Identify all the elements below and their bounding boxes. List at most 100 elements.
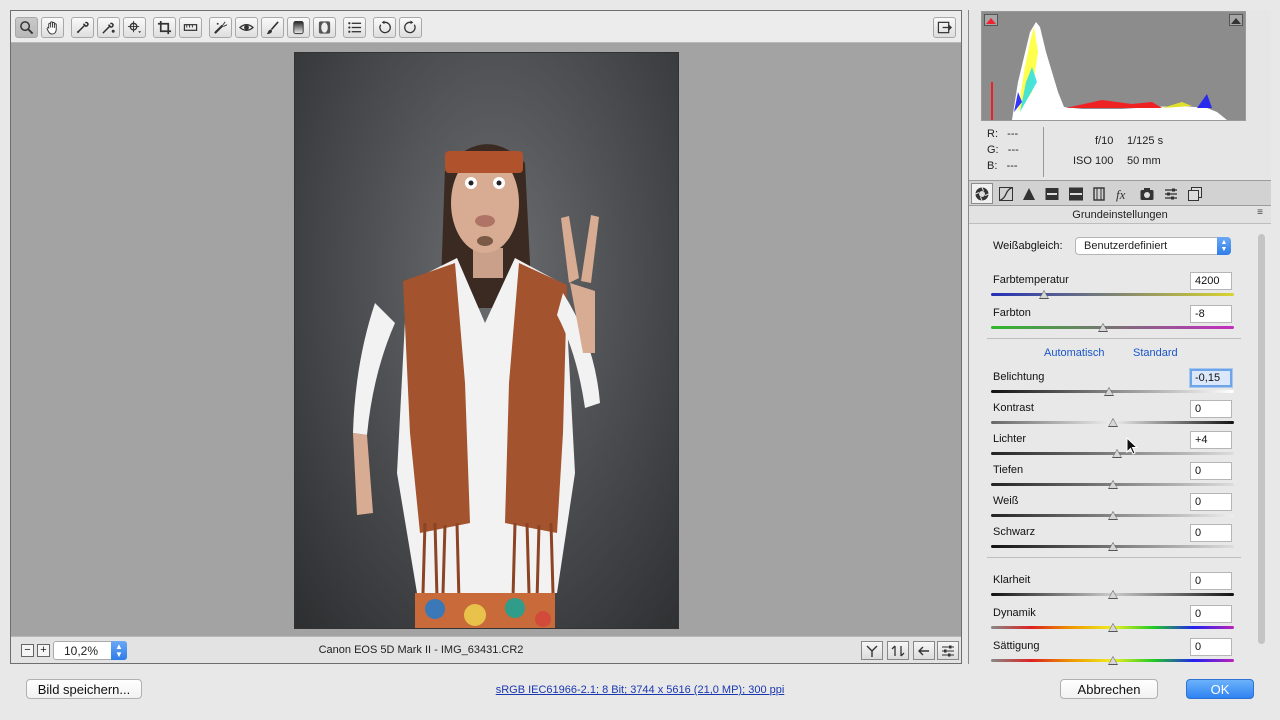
lens-icon (1093, 186, 1105, 201)
target-adjust-tool-button[interactable] (123, 17, 146, 38)
slider-thumb-belichtung[interactable] (1103, 387, 1114, 396)
aperture-icon (975, 186, 989, 201)
tab-presets[interactable] (1160, 183, 1182, 204)
rotate-left-button[interactable] (373, 17, 396, 38)
fx-icon: fx (1116, 187, 1126, 202)
open-export-button[interactable] (933, 17, 956, 38)
preferences-list-icon (348, 22, 362, 33)
slider-thumb-s-ttigung[interactable] (1107, 656, 1118, 665)
red-eye-tool-button[interactable] (235, 17, 258, 38)
value-field-farbton[interactable]: -8 (1190, 305, 1232, 323)
rotate-right-button[interactable] (399, 17, 422, 38)
slider-label-farbton: Farbton (993, 307, 1031, 319)
value-field-s-ttigung[interactable]: 0 (1190, 638, 1232, 656)
auto-link[interactable]: Automatisch (1044, 347, 1105, 359)
tab-effects[interactable]: fx (1112, 183, 1134, 204)
histogram-area: R: --- G: --- B: --- f/10 1/125 s ISO 10… (969, 10, 1271, 182)
tone-curve-icon (999, 186, 1013, 201)
panel-menu-icon[interactable]: ≡ (1257, 207, 1263, 218)
tab-camera-calibration[interactable] (1136, 183, 1158, 204)
tab-hsl[interactable] (1041, 183, 1063, 204)
aperture-value: f/10 (1095, 135, 1114, 147)
scrollbar-thumb[interactable] (1258, 234, 1265, 644)
divider (987, 557, 1241, 558)
tab-snapshots[interactable] (1184, 183, 1206, 204)
preferences-button[interactable] (343, 17, 366, 38)
slider-track-farbtemperatur[interactable] (991, 293, 1234, 296)
spot-removal-tool-button[interactable] (209, 17, 232, 38)
slider-thumb-schwarz[interactable] (1107, 542, 1118, 551)
tab-lens-corrections[interactable] (1088, 183, 1110, 204)
slider-thumb-dynamik[interactable] (1107, 623, 1118, 632)
standard-link[interactable]: Standard (1133, 347, 1178, 359)
white-balance-select[interactable]: Benutzerdefiniert ▲ ▼ (1075, 237, 1231, 255)
slider-thumb-lichter[interactable] (1112, 449, 1123, 458)
spot-removal-icon (214, 21, 228, 34)
crop-tool-button[interactable] (153, 17, 176, 38)
shadow-clipping-warning-icon[interactable] (984, 14, 998, 26)
image-canvas[interactable] (11, 44, 961, 636)
slider-thumb-farbton[interactable] (1097, 323, 1108, 332)
zoom-in-button[interactable]: + (37, 644, 50, 657)
value-field-wei-[interactable]: 0 (1190, 493, 1232, 511)
value-field-schwarz[interactable]: 0 (1190, 524, 1232, 542)
color-sampler-icon (102, 22, 115, 34)
value-field-belichtung[interactable]: -0,15 (1190, 369, 1232, 387)
slider-thumb-wei-[interactable] (1107, 511, 1118, 520)
slider-label-s-ttigung: Sättigung (993, 640, 1040, 652)
tab-split-toning[interactable] (1065, 183, 1087, 204)
zoom-tool-button[interactable] (15, 17, 38, 38)
white-balance-label: Weißabgleich: (993, 240, 1063, 252)
value-field-farbtemperatur[interactable]: 4200 (1190, 272, 1232, 290)
adjustment-brush-tool-button[interactable] (261, 17, 284, 38)
preview-toggle-button[interactable] (861, 641, 883, 660)
radial-filter-icon (318, 21, 331, 34)
preview-preferences-button[interactable] (937, 641, 959, 660)
color-sampler-tool-button[interactable] (97, 17, 120, 38)
panel-scrollbar[interactable] (1257, 228, 1267, 662)
green-readout: G: --- (987, 144, 1019, 156)
radial-filter-tool-button[interactable] (313, 17, 336, 38)
shutter-value: 1/125 s (1127, 135, 1164, 147)
tab-tone-curve[interactable] (995, 183, 1017, 204)
tab-detail[interactable] (1018, 183, 1040, 204)
preview-panel: − + 10,2% ▲ ▼ Canon EOS 5D Mark II - IMG_… (10, 10, 962, 664)
value-field-klarheit[interactable]: 0 (1190, 572, 1232, 590)
slider-label-kontrast: Kontrast (993, 402, 1034, 414)
save-image-button[interactable]: Bild speichern... (26, 679, 142, 699)
ok-button[interactable]: OK (1186, 679, 1254, 699)
tab-basic[interactable] (971, 183, 993, 204)
slider-thumb-klarheit[interactable] (1107, 590, 1118, 599)
slider-thumb-tiefen[interactable] (1107, 480, 1118, 489)
sliders-icon (942, 645, 954, 656)
swap-settings-button[interactable] (887, 641, 909, 660)
value-field-kontrast[interactable]: 0 (1190, 400, 1232, 418)
iso-value: ISO 100 (1073, 155, 1114, 167)
highlight-clipping-warning-icon[interactable] (1229, 14, 1243, 26)
slider-thumb-farbtemperatur[interactable] (1039, 290, 1050, 299)
value-field-dynamik[interactable]: 0 (1190, 605, 1232, 623)
cancel-button[interactable]: Abbrechen (1060, 679, 1158, 699)
slider-label-dynamik: Dynamik (993, 607, 1036, 619)
camera-icon (1140, 187, 1154, 200)
zoom-out-button[interactable]: − (21, 644, 34, 657)
y-compare-icon (866, 645, 878, 657)
value-field-lichter[interactable]: +4 (1190, 431, 1232, 449)
hand-tool-button[interactable] (41, 17, 64, 38)
zoom-level-value: 10,2% (64, 644, 99, 658)
workflow-options-link[interactable]: sRGB IEC61966-2.1; 8 Bit; 3744 x 5616 (2… (400, 684, 880, 696)
target-adjust-icon (127, 20, 142, 34)
straighten-tool-button[interactable] (179, 17, 202, 38)
white-balance-tool-button[interactable] (71, 17, 94, 38)
graduated-filter-tool-button[interactable] (287, 17, 310, 38)
value-field-tiefen[interactable]: 0 (1190, 462, 1232, 480)
zoom-dropdown-arrow-icon[interactable]: ▲ ▼ (111, 641, 127, 660)
copy-settings-button[interactable] (913, 641, 935, 660)
adjustments-panel: R: --- G: --- B: --- f/10 1/125 s ISO 10… (968, 10, 1271, 665)
slider-label-schwarz: Schwarz (993, 526, 1036, 538)
slider-label-wei-: Weiß (993, 495, 1019, 507)
slider-track-farbton[interactable] (991, 326, 1234, 329)
red-eye-icon (239, 24, 254, 31)
slider-thumb-kontrast[interactable] (1107, 418, 1118, 427)
zoom-icon (20, 21, 34, 35)
